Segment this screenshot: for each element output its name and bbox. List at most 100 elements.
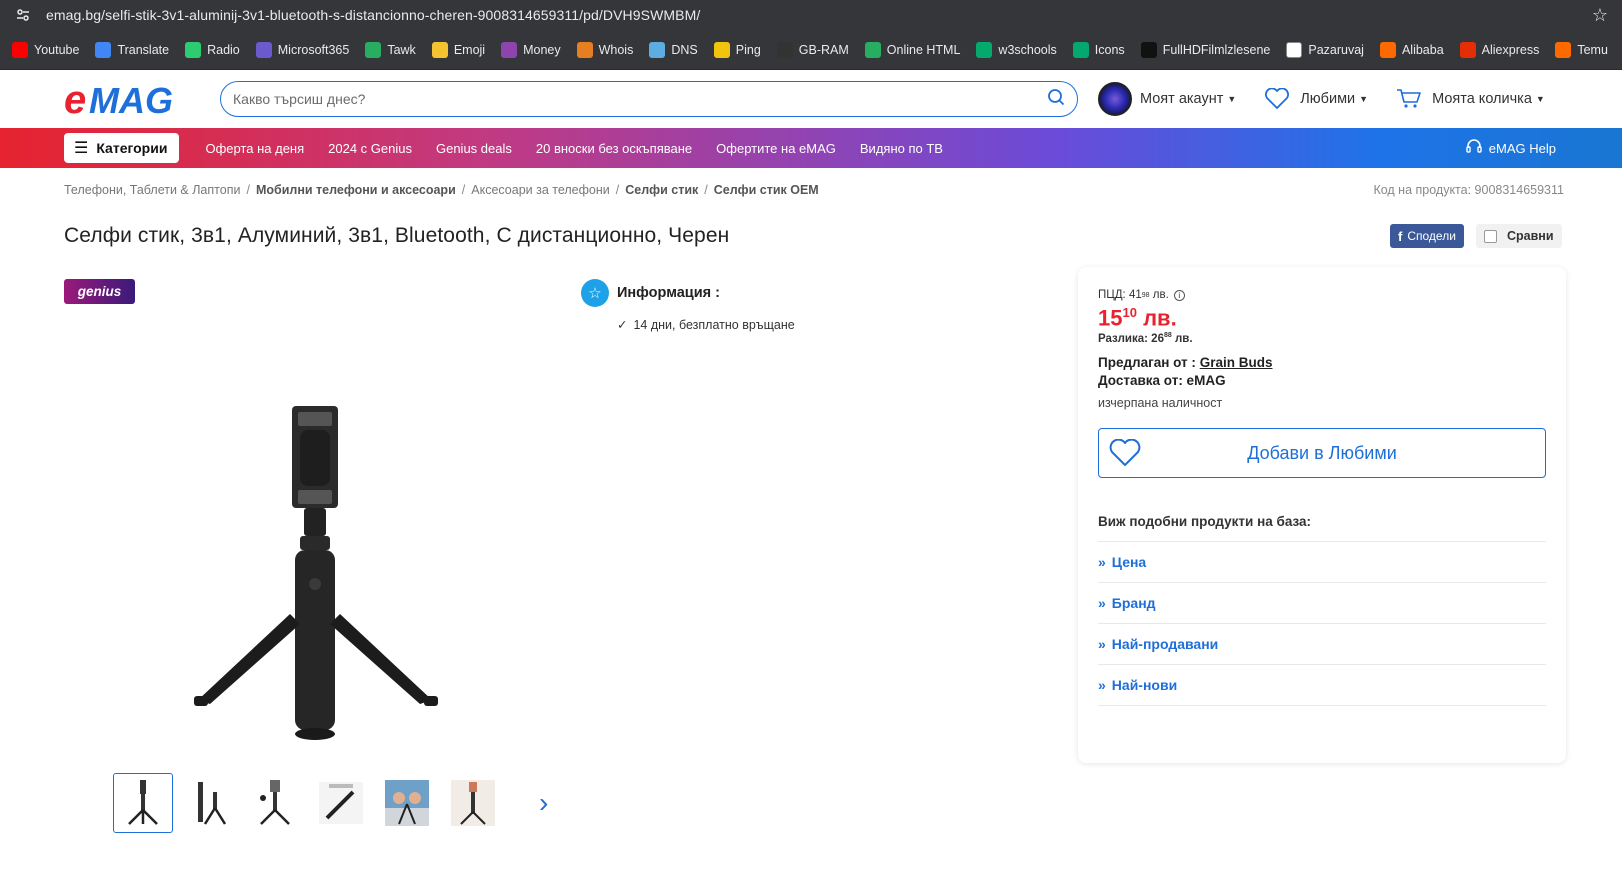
breadcrumb-item[interactable]: Телефони, Таблети & Лаптопи [64,183,240,197]
breadcrumb-item[interactable]: Селфи стик [625,183,698,197]
account-menu[interactable]: Моят акаунт ▼ [1098,82,1236,116]
bookmark-item[interactable]: Money [493,36,569,64]
product-thumbnail[interactable] [245,773,305,833]
bookmark-favicon-icon [713,41,730,58]
bookmark-item[interactable]: Online HTML [857,36,969,64]
similar-link-bestsellers[interactable]: » Най-продавани [1098,624,1546,666]
bookmark-label: Temu [1577,42,1608,57]
bookmark-label: Translate [117,42,170,57]
bookmark-favicon-icon [1072,41,1089,58]
bookmark-item[interactable]: Alibaba [1372,36,1452,64]
browser-address-bar[interactable]: emag.bg/selfi-stik-3v1-aluminij-3v1-blue… [0,0,1622,30]
breadcrumb-item[interactable]: Селфи стик OEM [714,183,819,197]
bookmark-favicon-icon [12,41,28,58]
product-thumbnail[interactable] [311,773,371,833]
similar-link-newest[interactable]: » Най-нови [1098,665,1546,707]
chevron-right-icon[interactable]: › [539,787,548,819]
bookmark-item[interactable]: Radio [177,36,248,64]
bookmark-favicon-icon [649,41,666,58]
svg-text:e: e [64,80,86,118]
avatar [1098,82,1132,116]
site-header: e MAG Моят акаунт▼ Любими▼ Моята количка… [0,70,1622,128]
bookmark-favicon-icon [431,41,448,58]
emag-logo[interactable]: e MAG [64,80,200,118]
bookmark-item[interactable]: Whois [569,36,642,64]
bookmark-item[interactable]: Tawk [357,36,423,64]
bookmark-label: w3schools [998,42,1057,57]
menu-icon: ☰ [74,140,89,157]
bookmark-item[interactable]: w3schools [968,36,1064,64]
product-thumbnail[interactable] [377,773,437,833]
price-box: ПЦД: 41 98 лв. i 1510 лв. Разлика: 2688 л… [1078,267,1566,763]
bookmark-label: Radio [207,42,240,57]
bookmark-favicon-icon [1140,41,1157,58]
add-to-favorites-button[interactable]: Добави в Любими [1098,428,1546,479]
price-difference: Разлика: 2688 лв. [1098,332,1546,345]
compare-checkbox[interactable] [1484,229,1497,243]
breadcrumb-item[interactable]: Аксесоари за телефони [471,183,610,197]
bookmark-label: Online HTML [886,42,961,57]
bookmark-label: Emoji [453,42,486,57]
bookmark-item[interactable]: FullHDFilmlzlesene [1133,36,1279,64]
bookmark-label: Aliexpress [1481,42,1540,57]
product-thumbnail[interactable] [179,773,239,833]
search-input[interactable] [233,91,1047,107]
bookmark-label: FullHDFilmlzlesene [1162,42,1271,57]
nav-link-emag-offers[interactable]: Офертите на eMAG [716,141,836,156]
pcd-label: ПЦД: 41 [1098,289,1142,301]
product-thumbnail[interactable] [443,773,503,833]
info-icon[interactable]: i [1173,289,1185,301]
bookmark-item[interactable]: Pazaruvaj [1278,36,1372,64]
compare-label: Сравни [1507,229,1554,243]
nav-link-genius-2024[interactable]: 2024 с Genius [328,141,412,156]
bookmark-label: Pazaruvaj [1308,42,1364,57]
search-box[interactable] [220,81,1078,117]
breadcrumb-item[interactable]: Мобилни телефони и аксесоари [256,183,456,197]
cart-menu[interactable]: Моята количка ▼ [1396,88,1545,110]
categories-button[interactable]: ☰ Категории [64,133,180,163]
bookmark-item[interactable]: DNS [641,36,705,64]
bookmark-item[interactable]: Temu [1547,36,1616,64]
bookmark-favicon-icon [1459,41,1476,58]
share-button[interactable]: f Сподели [1390,224,1464,248]
nav-link-genius-deals[interactable]: Genius deals [436,141,512,156]
bookmark-label: Youtube [34,42,80,57]
stock-status: изчерпана наличност [1098,396,1223,411]
bookmark-favicon-icon [1286,41,1303,58]
seller-link[interactable]: Grain Buds [1200,355,1273,370]
bookmark-favicon-icon [1555,41,1572,58]
recommended-price: ПЦД: 41 98 лв. i [1098,289,1546,301]
compare-button[interactable]: Сравни [1476,224,1562,248]
favorites-menu[interactable]: Любими ▼ [1264,88,1368,110]
info-return: 14 дни, безплатно връщане [633,317,795,332]
bookmark-favicon-icon [365,41,382,58]
bookmark-item[interactable]: Icons [1065,36,1133,64]
chevron-down-icon: ▼ [1359,94,1369,104]
genius-badge: genius [64,279,135,304]
account-label: Моят акаунт [1140,91,1224,107]
help-label: eMAG Help [1488,140,1556,156]
nav-link-deal-of-day[interactable]: Оферта на деня [205,141,304,156]
bookmark-star-icon[interactable]: ☆ [1592,5,1608,26]
star-badge-icon: ☆ [581,279,609,307]
similar-link-price[interactable]: » Цена [1098,542,1546,584]
bookmark-item[interactable]: GB-RAM [769,36,857,64]
bookmark-item[interactable]: Emoji [424,36,493,64]
site-info-icon[interactable] [14,6,32,24]
search-icon[interactable] [1047,88,1065,111]
thumbnail-strip: › [113,773,548,833]
nav-link-seen-on-tv[interactable]: Видяно по ТВ [860,141,943,156]
nav-link-installments[interactable]: 20 вноски без оскъпяване [536,141,692,156]
url-text[interactable]: emag.bg/selfi-stik-3v1-aluminij-3v1-blue… [46,7,1592,23]
bookmark-item[interactable]: Microsoft365 [248,36,358,64]
bookmark-item[interactable]: Ping [706,36,769,64]
bookmark-item[interactable]: Translate [87,36,177,64]
similar-link-brand[interactable]: » Бранд [1098,583,1546,625]
diff-currency: лв. [1174,333,1193,346]
help-link[interactable]: eMAG Help [1465,128,1556,168]
heart-icon [1109,437,1141,469]
product-main-image[interactable] [180,404,450,750]
bookmark-item[interactable]: Youtube [4,36,87,64]
product-thumbnail[interactable] [113,773,173,833]
bookmark-item[interactable]: Aliexpress [1452,36,1548,64]
